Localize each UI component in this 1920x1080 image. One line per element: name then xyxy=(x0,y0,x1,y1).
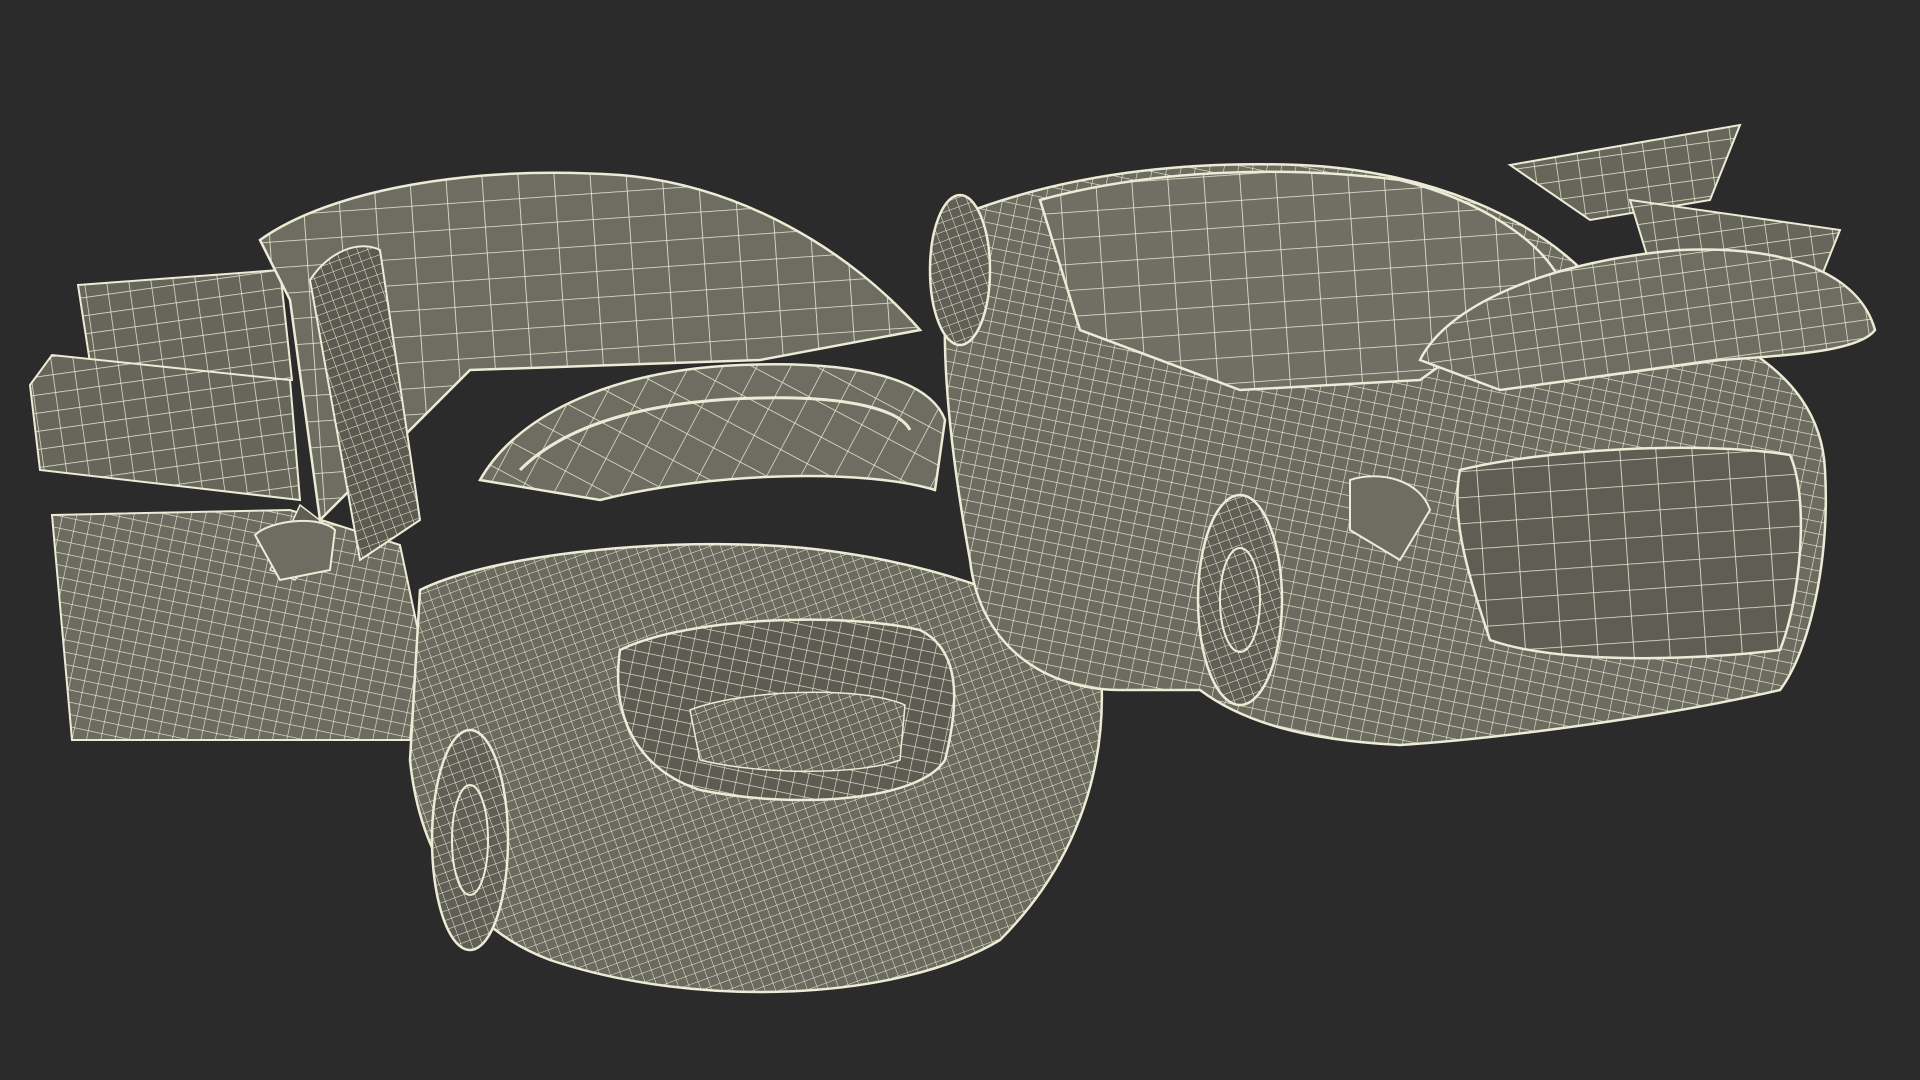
wireframe-scene xyxy=(28,123,1877,994)
rear-wheel-left xyxy=(928,193,992,347)
front-wheel xyxy=(430,728,510,952)
render-viewport xyxy=(0,0,1920,1080)
trunk-cavity xyxy=(1456,446,1803,660)
car-rear-view xyxy=(928,123,1877,747)
open-rear-door xyxy=(28,268,302,502)
frunk-cavity xyxy=(616,618,956,802)
rear-wheel-right xyxy=(1196,493,1284,707)
open-hood xyxy=(478,363,947,502)
